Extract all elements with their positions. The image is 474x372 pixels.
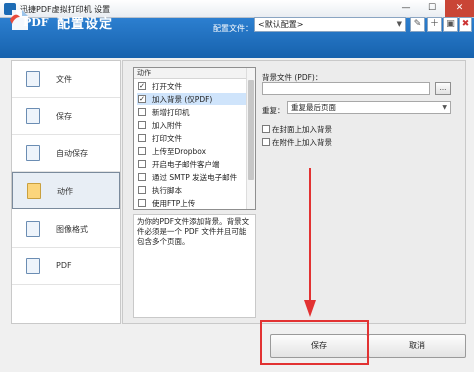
action-description: 为你的PDF文件添加背景。背景文件必须是一个 PDF 文件并且可能包含多个页面。: [133, 214, 256, 318]
scrollbar-thumb[interactable]: [248, 80, 254, 180]
close-button[interactable]: ✕: [445, 0, 474, 17]
edit-icon[interactable]: ✎: [410, 17, 425, 32]
list-item-label: 使用FTP上传: [152, 199, 196, 208]
sidebar-item-save[interactable]: 保存: [12, 98, 120, 135]
option-label: 在附件上加入背景: [272, 138, 332, 147]
checkbox[interactable]: [262, 125, 270, 133]
checkbox[interactable]: [138, 173, 146, 181]
chevron-down-icon: ▼: [442, 104, 447, 111]
sidebar-item-label: 文件: [56, 75, 72, 84]
list-item-label: 打开文件: [152, 82, 182, 91]
image-format-icon: [26, 221, 40, 237]
cancel-button[interactable]: 取消: [368, 334, 466, 358]
save-config-icon[interactable]: ▣: [443, 17, 458, 32]
sidebar-item-label: 保存: [56, 112, 72, 121]
browse-button[interactable]: ...: [435, 82, 451, 95]
list-item-label: 新增打印机: [152, 108, 190, 117]
list-item-label: 执行脚本: [152, 186, 182, 195]
config-select[interactable]: <默认配置> ▼: [254, 17, 406, 32]
list-scrollbar[interactable]: [246, 68, 255, 209]
checkbox[interactable]: [138, 121, 146, 129]
list-item[interactable]: ✓ 打开文件: [137, 80, 247, 92]
list-item[interactable]: 执行脚本: [137, 184, 247, 196]
action-list[interactable]: 动作 ✓ 打开文件 ✓ 加入背景 (仅PDF) 新增打印机 加入附件 打印文件 …: [133, 67, 256, 210]
sidebar-item-label: 图像格式: [56, 225, 88, 234]
sidebar-item-file[interactable]: 文件: [12, 61, 120, 98]
sidebar-item-label: 动作: [57, 187, 73, 196]
list-item[interactable]: 使用FTP上传: [137, 197, 247, 209]
maximize-button[interactable]: ☐: [419, 0, 445, 17]
checkbox[interactable]: [138, 147, 146, 155]
minimize-button[interactable]: —: [393, 0, 419, 17]
option-label: 在封面上加入背景: [272, 125, 332, 134]
sidebar-item-pdf[interactable]: PDF: [12, 248, 120, 285]
logo-text: PDF: [23, 16, 49, 29]
list-item[interactable]: 加入附件: [137, 119, 247, 131]
action-list-header: 动作: [134, 68, 246, 79]
config-select-value: <默认配置>: [258, 20, 304, 29]
checkbox[interactable]: ✓: [138, 95, 146, 103]
checkbox[interactable]: [138, 199, 146, 207]
list-item[interactable]: 上传至Dropbox: [137, 145, 247, 157]
list-item[interactable]: 通过 SMTP 发送电子邮件: [137, 171, 247, 183]
config-label: 配置文件：: [213, 24, 253, 33]
repeat-label: 重复：: [262, 106, 285, 115]
sidebar-item-image-format[interactable]: 图像格式: [12, 211, 120, 248]
checkbox[interactable]: [138, 160, 146, 168]
sidebar-item-auto-save[interactable]: 自动保存: [12, 135, 120, 172]
checkbox[interactable]: [262, 138, 270, 146]
list-item[interactable]: 开启电子邮件客户端: [137, 158, 247, 170]
delete-icon[interactable]: ✖: [459, 17, 472, 32]
list-item[interactable]: 打印文件: [137, 132, 247, 144]
list-item-label: 通过 SMTP 发送电子邮件: [152, 173, 238, 182]
add-config-icon[interactable]: ＋: [427, 17, 442, 32]
auto-save-icon: [26, 145, 40, 161]
action-icon: [27, 183, 41, 199]
sidebar-item-action[interactable]: 动作: [12, 172, 120, 209]
checkbox[interactable]: [138, 134, 146, 142]
file-icon: [26, 71, 40, 87]
checkbox[interactable]: [138, 186, 146, 194]
repeat-select-value: 重复最后页面: [291, 103, 336, 112]
sidebar-nav: 文件 保存 自动保存 动作 图像格式 PDF: [11, 60, 121, 324]
pdf-icon: [26, 258, 40, 274]
chevron-down-icon: ▼: [396, 20, 402, 28]
list-item-label: 加入附件: [152, 121, 182, 130]
list-item-label: 打印文件: [152, 134, 182, 143]
list-item-label: 开启电子邮件客户端: [152, 160, 220, 169]
checkbox[interactable]: [138, 108, 146, 116]
list-item[interactable]: ✓ 加入背景 (仅PDF): [137, 93, 247, 105]
list-item[interactable]: 新增打印机: [137, 106, 247, 118]
save-icon: [26, 108, 40, 124]
list-item-label: 加入背景 (仅PDF): [152, 95, 213, 104]
sidebar-item-label: 自动保存: [56, 149, 88, 158]
arrow-down-icon: [304, 168, 316, 317]
repeat-select[interactable]: 重复最后页面 ▼: [287, 101, 451, 114]
page-title: 配置设定: [57, 17, 114, 32]
bgfile-input[interactable]: [262, 82, 430, 95]
sidebar-item-label: PDF: [56, 261, 72, 270]
checkbox[interactable]: ✓: [138, 82, 146, 90]
highlight-box: [260, 320, 369, 365]
list-item-label: 上传至Dropbox: [152, 147, 207, 156]
